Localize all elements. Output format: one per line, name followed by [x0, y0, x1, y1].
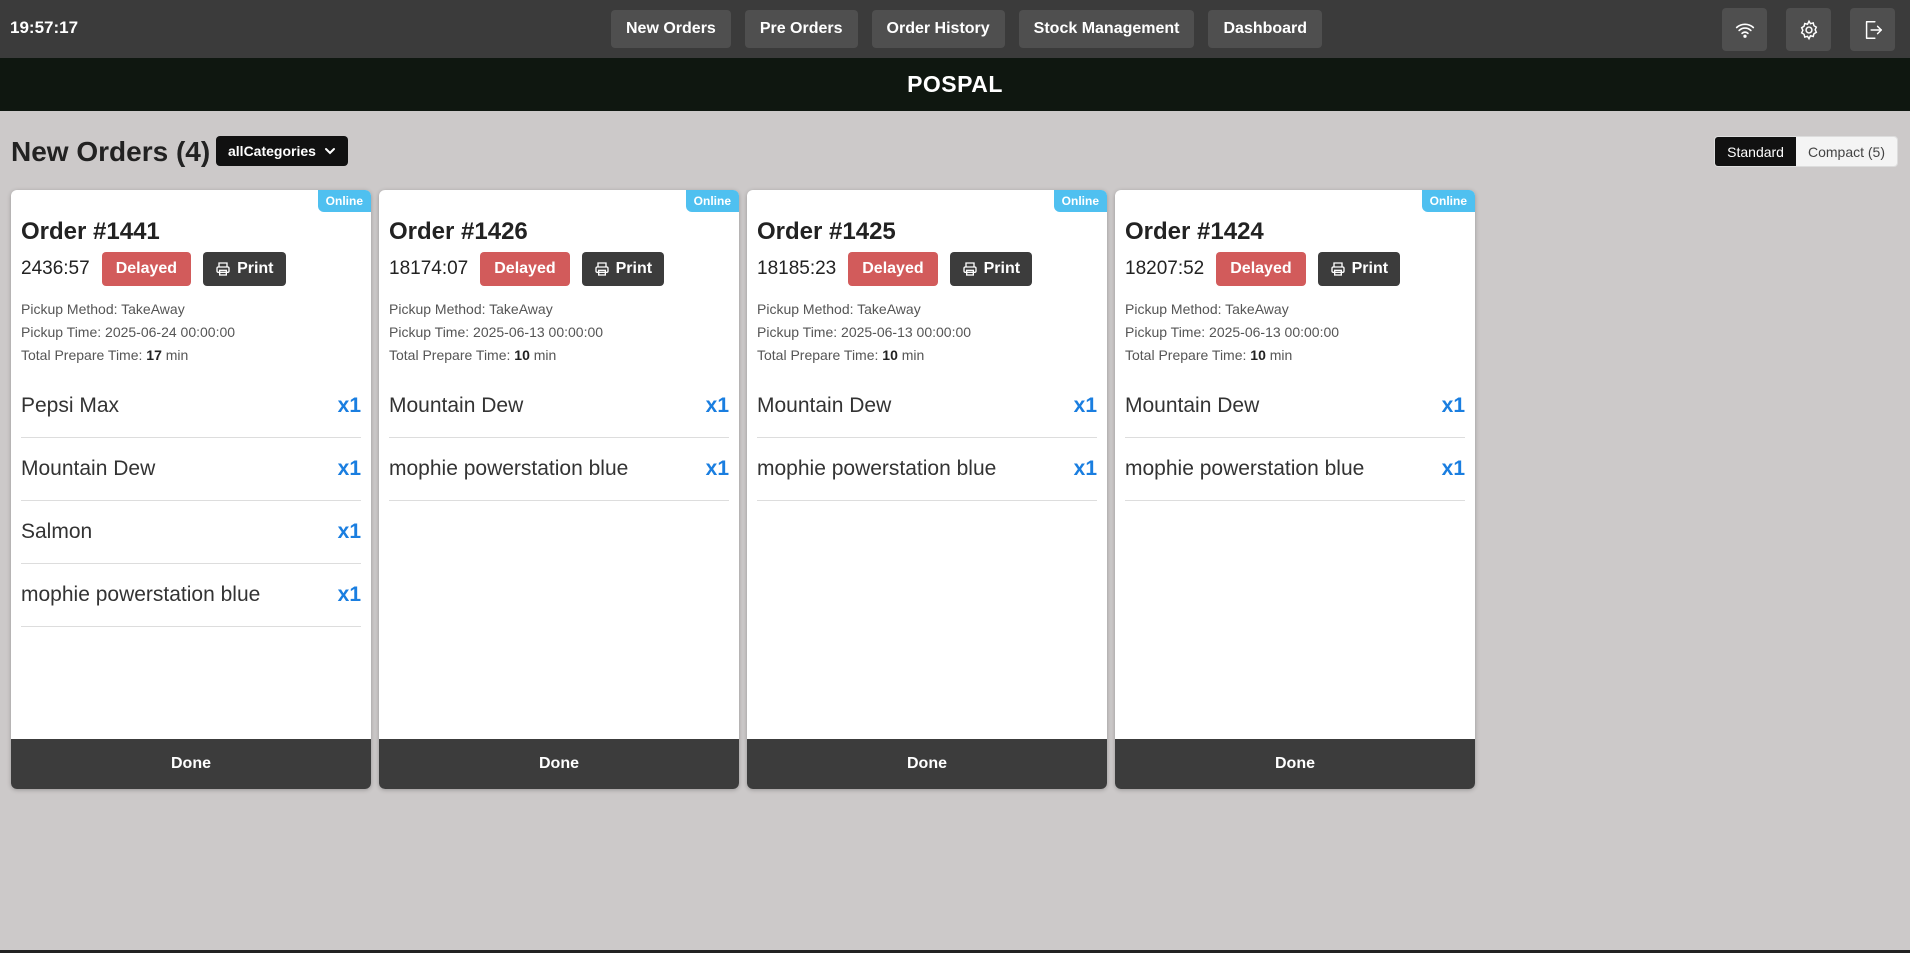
main-nav: New Orders Pre Orders Order History Stoc…: [611, 10, 1323, 48]
logout-button[interactable]: [1850, 8, 1895, 51]
prepare-time: Total Prepare Time: 10 min: [389, 347, 557, 363]
order-item: Mountain Dew x1: [757, 375, 1097, 438]
wifi-button[interactable]: [1722, 8, 1767, 51]
online-badge: Online: [1053, 190, 1107, 212]
print-label: Print: [237, 260, 274, 277]
order-title: Order #1425: [757, 218, 896, 245]
view-compact-button[interactable]: Compact (5): [1795, 137, 1897, 166]
gear-icon: [1800, 19, 1817, 40]
print-button[interactable]: Print: [203, 252, 286, 286]
nav-order-history[interactable]: Order History: [871, 10, 1005, 48]
order-title: Order #1441: [21, 218, 160, 245]
settings-button[interactable]: [1786, 8, 1831, 51]
delayed-badge: Delayed: [101, 252, 192, 286]
nav-pre-orders[interactable]: Pre Orders: [744, 10, 858, 48]
delayed-badge: Delayed: [1216, 252, 1306, 286]
delayed-badge: Delayed: [480, 252, 570, 286]
print-button[interactable]: Print: [949, 252, 1033, 286]
order-item: mophie powerstation blue x1: [1125, 438, 1465, 501]
order-item: mophie powerstation blue x1: [389, 438, 729, 501]
pickup-time: Pickup Time: 2025-06-13 00:00:00: [389, 324, 604, 340]
nav-dashboard[interactable]: Dashboard: [1208, 10, 1323, 48]
nav-new-orders[interactable]: New Orders: [611, 10, 731, 48]
prepare-time: Total Prepare Time: 10 min: [757, 347, 925, 363]
view-toggle: Standard Compact (5): [1714, 136, 1898, 167]
order-card: Online Order #1426 18174:07 Delayed Prin…: [379, 190, 739, 789]
logout-icon: [1865, 20, 1882, 39]
pickup-time: Pickup Time: 2025-06-24 00:00:00: [21, 324, 236, 340]
order-cards: Online Order #1441 2436:57 Delayed Print…: [11, 190, 1475, 789]
pickup-method: Pickup Method: TakeAway: [757, 301, 921, 317]
order-item: Mountain Dew x1: [1125, 375, 1465, 438]
order-card: Online Order #1424 18207:52 Delayed Prin…: [1115, 190, 1475, 789]
order-item: Salmon x1: [21, 501, 361, 564]
printer-icon: [594, 262, 609, 276]
pickup-method: Pickup Method: TakeAway: [21, 301, 185, 317]
delayed-badge: Delayed: [848, 252, 938, 286]
online-badge: Online: [1421, 190, 1475, 212]
pickup-time: Pickup Time: 2025-06-13 00:00:00: [757, 324, 972, 340]
online-badge: Online: [685, 190, 739, 212]
order-item: mophie powerstation blue x1: [757, 438, 1097, 501]
order-item: Mountain Dew x1: [389, 375, 729, 438]
done-button[interactable]: Done: [11, 739, 371, 789]
order-item: Pepsi Max x1: [21, 375, 361, 438]
order-item: Mountain Dew x1: [21, 438, 361, 501]
done-button[interactable]: Done: [379, 739, 739, 789]
done-button[interactable]: Done: [1115, 739, 1475, 789]
brand-bar: POSPAL: [0, 58, 1910, 111]
print-label: Print: [615, 260, 653, 277]
view-standard-button[interactable]: Standard: [1715, 137, 1796, 166]
elapsed-timer: 2436:57: [21, 258, 90, 279]
order-card: Online Order #1441 2436:57 Delayed Print…: [11, 190, 371, 789]
category-select-value: allCategories: [228, 143, 316, 159]
category-select[interactable]: allCategories: [216, 136, 348, 166]
pickup-method: Pickup Method: TakeAway: [389, 301, 553, 317]
print-label: Print: [983, 260, 1021, 277]
wifi-icon: [1735, 23, 1754, 38]
print-label: Print: [1351, 260, 1389, 277]
chevron-down-icon: [324, 148, 335, 155]
order-card: Online Order #1425 18185:23 Delayed Prin…: [747, 190, 1107, 789]
print-button[interactable]: Print: [581, 252, 665, 286]
printer-icon: [962, 262, 977, 276]
elapsed-timer: 18207:52: [1125, 258, 1205, 279]
printer-icon: [216, 262, 230, 276]
prepare-time: Total Prepare Time: 10 min: [1125, 347, 1293, 363]
order-title: Order #1424: [1125, 218, 1264, 245]
elapsed-timer: 18185:23: [757, 258, 837, 279]
printer-icon: [1330, 262, 1345, 276]
done-button[interactable]: Done: [747, 739, 1107, 789]
print-button[interactable]: Print: [1317, 252, 1401, 286]
prepare-time: Total Prepare Time: 17 min: [21, 347, 189, 363]
page-title: New Orders (4): [11, 136, 211, 167]
top-bar: 19:57:17 New Orders Pre Orders Order His…: [0, 0, 1910, 58]
elapsed-timer: 18174:07: [389, 258, 469, 279]
pickup-method: Pickup Method: TakeAway: [1125, 301, 1289, 317]
nav-stock-management[interactable]: Stock Management: [1018, 10, 1195, 48]
order-title: Order #1426: [389, 218, 528, 245]
brand-title: POSPAL: [907, 71, 1003, 97]
order-item: mophie powerstation blue x1: [21, 564, 361, 627]
online-badge: Online: [317, 190, 371, 212]
pickup-time: Pickup Time: 2025-06-13 00:00:00: [1125, 324, 1340, 340]
top-icons: [1722, 8, 1895, 51]
clock: 19:57:17: [10, 18, 79, 37]
